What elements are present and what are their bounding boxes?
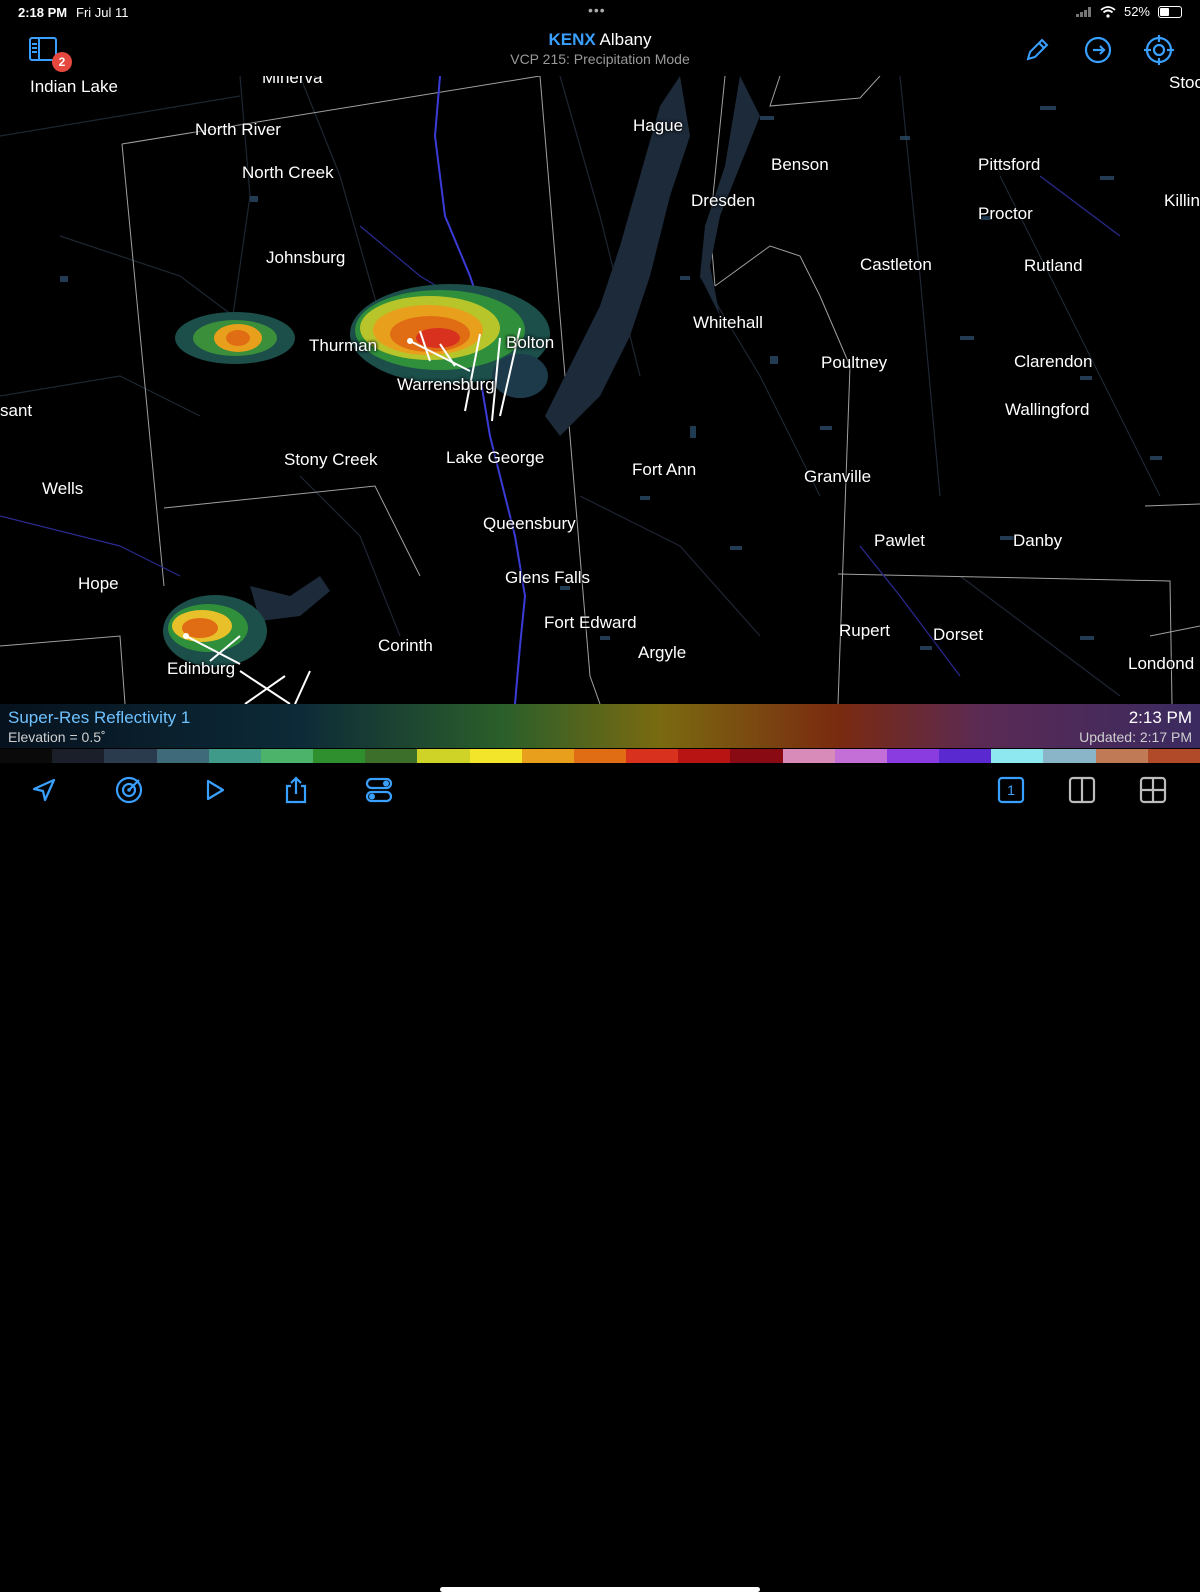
- city-label: Stony Creek: [284, 450, 378, 469]
- color-scale-swatch: [313, 749, 366, 763]
- city-label: Edinburg: [167, 659, 236, 678]
- quad-pane-icon[interactable]: [1135, 772, 1171, 808]
- header: 2 KENX Albany VCP 215: Precipitation Mod…: [0, 24, 1200, 76]
- color-scale-swatch: [1147, 749, 1200, 763]
- color-scale-swatch: [730, 749, 783, 763]
- loop-icon[interactable]: [1081, 33, 1115, 67]
- city-label: Proctor: [978, 204, 1033, 223]
- city-label: Pittsford: [978, 155, 1041, 174]
- multitasking-dots-icon[interactable]: •••: [588, 2, 606, 18]
- elevation-label: Elevation = 0.5˚: [8, 729, 106, 745]
- color-scale-swatch: [417, 749, 470, 763]
- status-date: Fri Jul 11: [76, 5, 129, 20]
- city-label: Wallingford: [1005, 400, 1090, 419]
- color-scale-swatch: [260, 749, 314, 763]
- color-scale-swatch: [52, 749, 105, 763]
- city-label: Johnsburg: [266, 248, 346, 267]
- city-label: Warrensburg: [397, 375, 495, 394]
- city-label: Thurman: [309, 336, 378, 355]
- city-label: Castleton: [860, 255, 932, 274]
- color-scale-swatch: [573, 749, 627, 763]
- radar-map[interactable]: Minerva Indian Lake North River North Cr…: [0, 76, 1200, 704]
- home-indicator[interactable]: [440, 1587, 760, 1592]
- storm-centroid-marker[interactable]: [407, 338, 413, 344]
- city-label: Pawlet: [874, 531, 926, 550]
- city-label: Killin: [1164, 191, 1200, 210]
- color-scale-swatch: [678, 749, 731, 763]
- crosshair-icon[interactable]: [1142, 33, 1176, 67]
- product-info-bar[interactable]: Super-Res Reflectivity 1 Elevation = 0.5…: [0, 704, 1200, 748]
- city-label: Hague: [633, 116, 684, 135]
- color-scale-swatch: [782, 749, 835, 763]
- reflectivity-color-scale: [0, 749, 1200, 763]
- city-label: North Creek: [242, 163, 334, 182]
- color-scale-swatch: [626, 749, 679, 763]
- wifi-icon: [1100, 5, 1116, 18]
- city-label: Hope: [78, 574, 119, 593]
- color-scale-swatch: [991, 749, 1044, 763]
- station-name: Albany: [599, 30, 652, 49]
- color-scale-swatch: [469, 749, 522, 763]
- city-label: Corinth: [378, 636, 433, 655]
- product-name[interactable]: Super-Res Reflectivity 1: [8, 708, 190, 728]
- city-label: Benson: [771, 155, 829, 174]
- radar-target-icon[interactable]: [111, 772, 147, 808]
- city-label: Bolton: [506, 333, 555, 352]
- color-scale-swatch: [156, 749, 209, 763]
- city-label: Poultney: [821, 353, 888, 372]
- storm-cell-west: [175, 312, 295, 364]
- city-label: Stoc: [1169, 76, 1200, 92]
- city-label: Rutland: [1024, 256, 1083, 275]
- city-label: Indian Lake: [30, 77, 118, 96]
- scan-time: 2:13 PM: [1128, 708, 1192, 727]
- color-scale-swatch: [365, 749, 418, 763]
- city-label: Granville: [804, 467, 872, 486]
- cellular-signal-icon: [1075, 6, 1091, 17]
- city-label: Wells: [42, 479, 84, 498]
- city-label: Dorset: [933, 625, 984, 644]
- city-label: Glens Falls: [505, 568, 591, 587]
- color-scale-swatch: [0, 749, 53, 763]
- city-label: Argyle: [638, 643, 687, 662]
- layers-toggle-icon[interactable]: [361, 772, 397, 808]
- share-icon[interactable]: [278, 772, 314, 808]
- play-icon[interactable]: [196, 772, 232, 808]
- storm-centroid-marker[interactable]: [183, 633, 189, 639]
- updated-time: Updated: 2:17 PM: [1079, 729, 1192, 745]
- color-scale-swatch: [834, 749, 887, 763]
- single-pane-icon[interactable]: 1: [993, 772, 1029, 808]
- bottom-toolbar: 1: [0, 764, 1200, 1592]
- color-scale-swatch: [939, 749, 992, 763]
- color-scale-swatch: [1095, 749, 1148, 763]
- city-label: sant: [0, 401, 33, 420]
- color-scale-swatch: [208, 749, 261, 763]
- status-bar: 2:18 PM Fri Jul 11 ••• 52%: [0, 0, 1200, 24]
- city-label: Londond: [1128, 654, 1195, 673]
- city-label: Fort Edward: [544, 613, 637, 632]
- color-scale-swatch: [886, 749, 940, 763]
- city-label: Clarendon: [1014, 352, 1093, 371]
- color-scale-swatch: [521, 749, 574, 763]
- weak-echoes: [60, 106, 1162, 650]
- battery-percent: 52%: [1123, 4, 1150, 19]
- city-label: Lake George: [446, 448, 545, 467]
- single-pane-number: 1: [1007, 782, 1015, 798]
- city-label: Fort Ann: [632, 460, 697, 479]
- status-time: 2:18 PM: [18, 5, 68, 20]
- battery-icon: [1158, 5, 1182, 18]
- city-label: Minerva: [262, 76, 323, 87]
- pencil-icon[interactable]: [1020, 33, 1054, 67]
- city-label: Whitehall: [693, 313, 763, 332]
- city-label: North River: [195, 120, 281, 139]
- city-label: Dresden: [691, 191, 756, 210]
- color-scale-swatch: [104, 749, 157, 763]
- location-arrow-icon[interactable]: [26, 772, 62, 808]
- city-label: Rupert: [839, 621, 891, 640]
- split-pane-icon[interactable]: [1064, 772, 1100, 808]
- color-scale-swatch: [1043, 749, 1096, 763]
- city-label: Queensbury: [483, 514, 576, 533]
- city-label: Danby: [1013, 531, 1063, 550]
- station-id: KENX: [548, 30, 596, 49]
